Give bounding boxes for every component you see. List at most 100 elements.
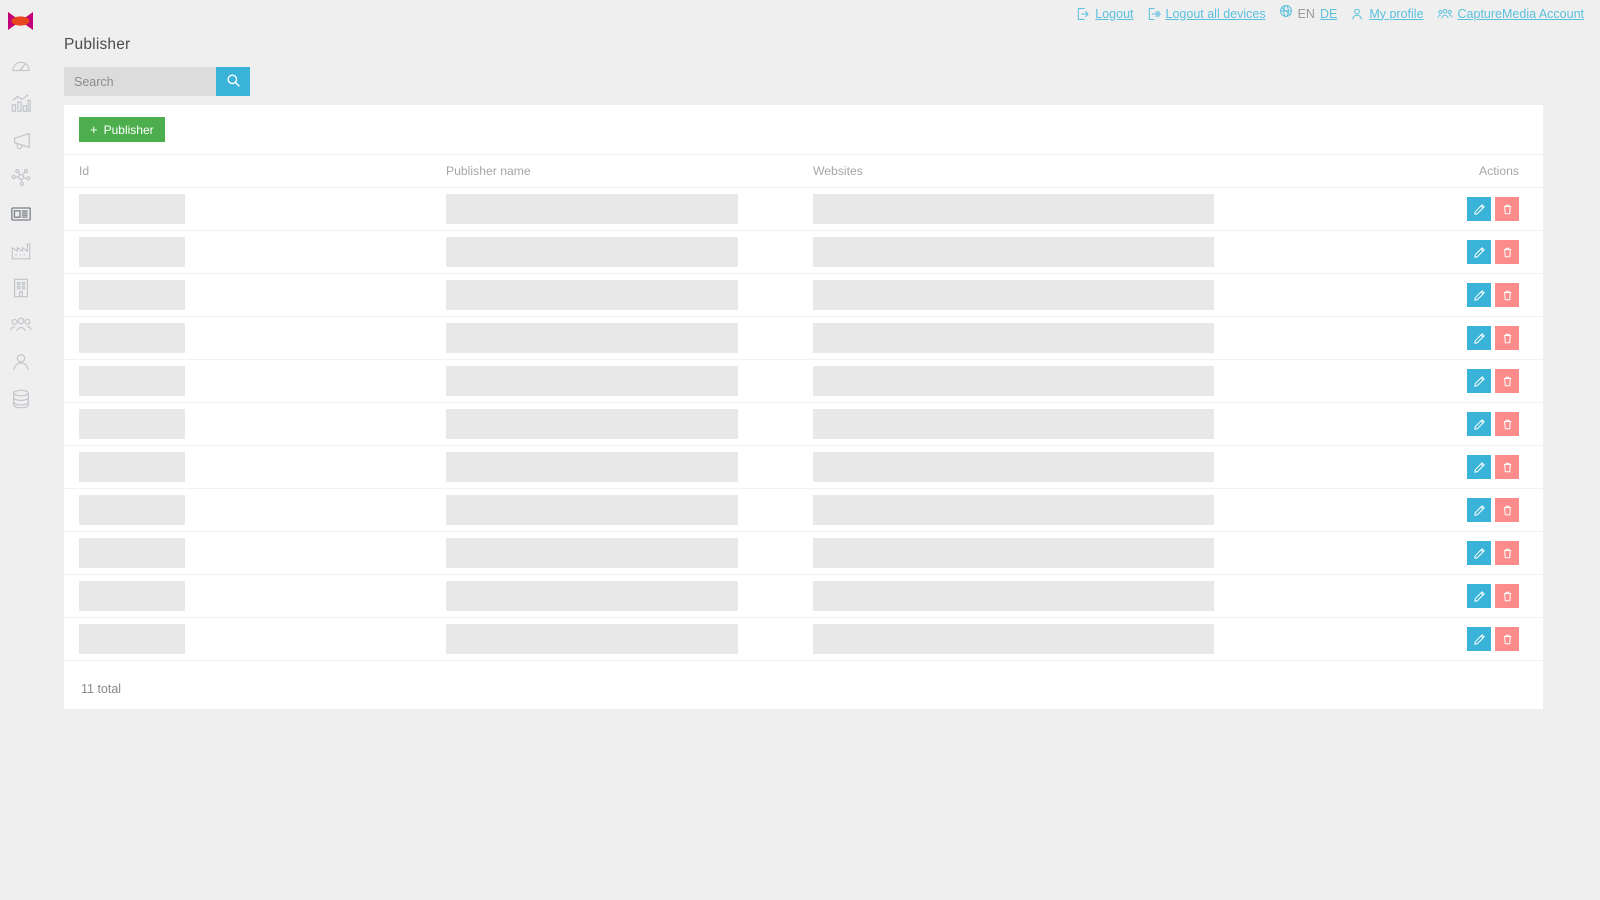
add-publisher-button[interactable]: + Publisher [79,117,165,142]
logout-all-devices-label: Logout all devices [1165,6,1266,21]
sidebar-item-profile[interactable] [0,343,41,380]
account-link[interactable]: CaptureMedia Account [1437,7,1584,21]
cell-publisher-name [431,403,798,446]
column-header-id[interactable]: Id [64,154,431,188]
trash-icon [1501,289,1514,302]
account-icon [1437,7,1453,21]
loading-placeholder [813,624,1214,654]
top-bar: Logout Logout all devices EN DE My profi… [41,0,1600,27]
table-header-row: Id Publisher name Websites Actions [64,154,1543,188]
delete-row-button[interactable] [1495,541,1519,565]
sidebar-item-dashboard[interactable] [0,47,41,84]
loading-placeholder [79,581,185,611]
trash-icon [1501,246,1514,259]
cell-publisher-name [431,446,798,489]
loading-placeholder [446,194,738,224]
table-row [64,274,1543,317]
cell-publisher-name [431,274,798,317]
delete-row-button[interactable] [1495,283,1519,307]
cell-websites [798,274,1298,317]
loading-placeholder [79,237,185,267]
loading-placeholder [446,538,738,568]
trash-icon [1501,633,1514,646]
table-row [64,188,1543,231]
delete-row-button[interactable] [1495,197,1519,221]
language-option-en[interactable]: EN [1298,7,1315,21]
table-row [64,532,1543,575]
pencil-icon [1473,590,1486,603]
edit-row-button[interactable] [1467,412,1491,436]
cell-websites [798,231,1298,274]
loading-placeholder [79,323,185,353]
cell-actions [1298,274,1543,317]
cell-id [64,446,431,489]
cell-id [64,188,431,231]
edit-row-button[interactable] [1467,197,1491,221]
delete-row-button[interactable] [1495,326,1519,350]
logout-icon [1076,7,1090,21]
sidebar-item-campaigns[interactable] [0,121,41,158]
cell-actions [1298,446,1543,489]
table-head: Id Publisher name Websites Actions [64,154,1543,188]
trash-icon [1501,590,1514,603]
pencil-icon [1473,375,1486,388]
table-row [64,489,1543,532]
sidebar-item-users[interactable] [0,306,41,343]
loading-placeholder [79,495,185,525]
cell-publisher-name [431,618,798,661]
delete-row-button[interactable] [1495,369,1519,393]
sidebar-item-network[interactable] [0,158,41,195]
sidebar-item-advertiser[interactable] [0,232,41,269]
column-header-websites[interactable]: Websites [798,154,1298,188]
sidebar-item-statistics[interactable] [0,84,41,121]
column-header-publisher-name[interactable]: Publisher name [431,154,798,188]
logout-link[interactable]: Logout [1076,7,1134,21]
loading-placeholder [813,581,1214,611]
capturemedia-logo[interactable] [0,0,41,41]
cell-id [64,489,431,532]
loading-placeholder [813,280,1214,310]
delete-row-button[interactable] [1495,455,1519,479]
cell-publisher-name [431,317,798,360]
delete-row-button[interactable] [1495,584,1519,608]
search-input[interactable] [64,67,216,96]
edit-row-button[interactable] [1467,240,1491,264]
loading-placeholder [446,280,738,310]
edit-row-button[interactable] [1467,498,1491,522]
edit-row-button[interactable] [1467,627,1491,651]
delete-row-button[interactable] [1495,240,1519,264]
edit-row-button[interactable] [1467,541,1491,565]
pencil-icon [1473,547,1486,560]
delete-row-button[interactable] [1495,498,1519,522]
loading-placeholder [79,624,185,654]
language-option-de[interactable]: DE [1320,7,1337,21]
loading-placeholder [446,452,738,482]
edit-row-button[interactable] [1467,455,1491,479]
loading-placeholder [813,194,1214,224]
search-bar [64,67,250,96]
my-profile-link[interactable]: My profile [1350,7,1424,21]
loading-placeholder [813,495,1214,525]
cell-websites [798,360,1298,403]
cell-actions [1298,317,1543,360]
delete-row-button[interactable] [1495,412,1519,436]
delete-row-button[interactable] [1495,627,1519,651]
cell-id [64,532,431,575]
loading-placeholder [813,538,1214,568]
edit-row-button[interactable] [1467,584,1491,608]
logout-all-devices-link[interactable]: Logout all devices [1147,7,1266,21]
sidebar-item-agency[interactable] [0,269,41,306]
table-footer-total: 11 total [81,682,122,696]
table-row [64,360,1543,403]
loading-placeholder [813,237,1214,267]
sidebar-item-data[interactable] [0,380,41,417]
table-row [64,618,1543,661]
loading-placeholder [813,452,1214,482]
edit-row-button[interactable] [1467,326,1491,350]
sidebar-item-publisher[interactable] [0,195,41,232]
pencil-icon [1473,504,1486,517]
edit-row-button[interactable] [1467,369,1491,393]
edit-row-button[interactable] [1467,283,1491,307]
cell-websites [798,403,1298,446]
search-button[interactable] [216,67,250,96]
